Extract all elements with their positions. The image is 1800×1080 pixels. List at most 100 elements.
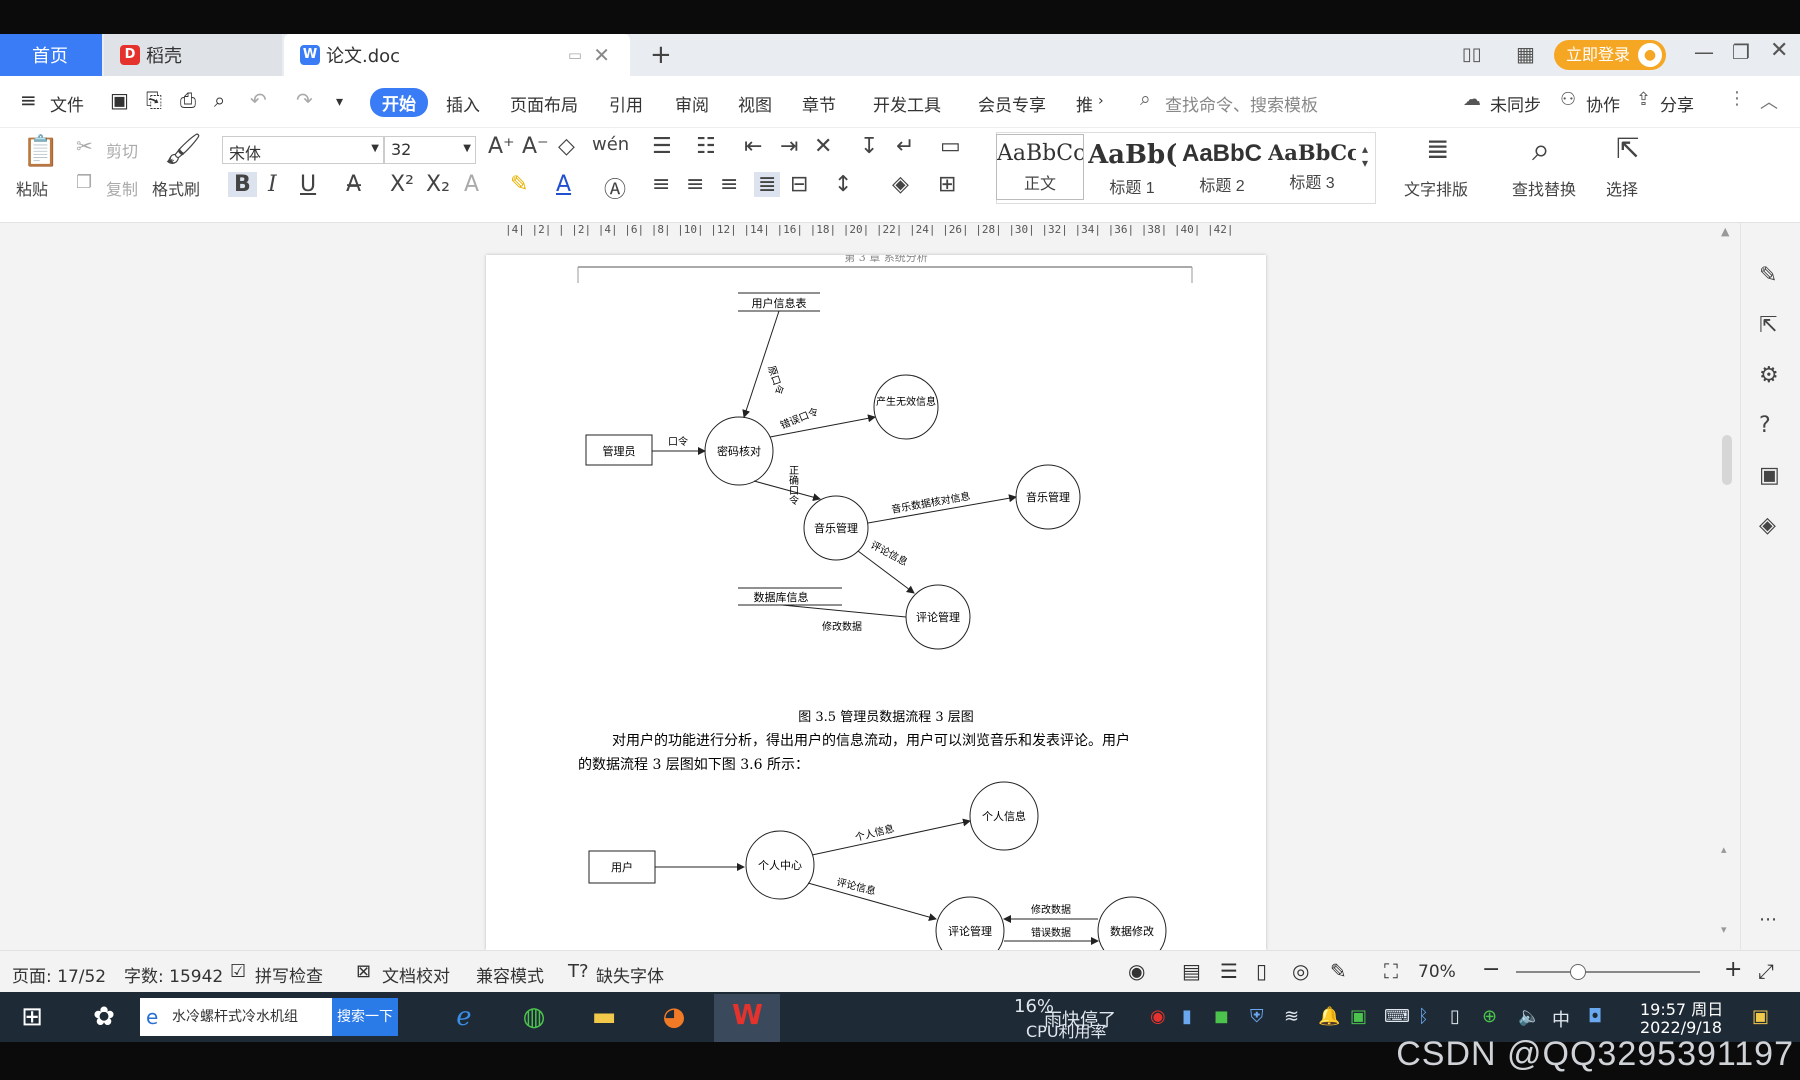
bluetooth-icon[interactable]: ᛒ xyxy=(1418,1006,1429,1027)
app-swirl-icon[interactable]: ✿ xyxy=(80,997,128,1037)
collapse-ribbon-icon[interactable]: ︿ xyxy=(1760,88,1778,114)
find-replace-icon[interactable]: ⌕ xyxy=(1532,130,1550,169)
save-icon[interactable]: ▣ xyxy=(110,88,129,112)
spell-check-button[interactable]: 拼写检查 xyxy=(255,962,323,987)
select-button[interactable]: 选择 xyxy=(1606,176,1638,200)
shading-icon[interactable]: ◈ xyxy=(892,172,909,197)
font-size-select[interactable]: 32 ▼ xyxy=(384,136,476,164)
nvidia-icon[interactable]: ▣ xyxy=(1350,1006,1367,1027)
notification-bell-icon[interactable]: 🔔 xyxy=(1318,1006,1340,1027)
text-layout-button[interactable]: 文字排版 xyxy=(1404,176,1468,200)
decrease-indent-icon[interactable]: ⇤ xyxy=(744,134,762,159)
cut-button[interactable]: 剪切 xyxy=(106,138,138,162)
sort-icon[interactable]: ↧ xyxy=(860,134,878,159)
settings-slider-icon[interactable]: ⚙ xyxy=(1759,363,1779,388)
minimize-icon[interactable]: — xyxy=(1694,40,1714,64)
shrink-font-icon[interactable]: A⁻ xyxy=(522,134,549,159)
restore-icon[interactable]: ❐ xyxy=(1732,40,1750,64)
menu-more-icon[interactable]: › xyxy=(1098,93,1104,109)
tab-home[interactable]: 首页 xyxy=(0,34,102,76)
app-orange-icon[interactable]: ◕ xyxy=(650,997,698,1037)
strikethrough-icon[interactable]: A̶ xyxy=(346,172,361,197)
outline-view-icon[interactable]: ☰ xyxy=(1220,959,1238,983)
format-painter-icon[interactable]: 🖌 xyxy=(164,132,202,167)
paste-button[interactable]: 粘贴 xyxy=(16,176,48,200)
font-name-select[interactable]: 宋体 ▼ xyxy=(222,136,384,164)
menu-member[interactable]: 会员专享 xyxy=(978,91,1046,116)
increase-indent-icon[interactable]: ⇥ xyxy=(780,134,798,159)
paste-icon[interactable]: 📋 xyxy=(22,134,59,169)
usb-icon[interactable]: ▯ xyxy=(1450,1006,1460,1027)
phonetic-guide-icon[interactable]: wén xyxy=(592,134,629,155)
menu-review[interactable]: 审阅 xyxy=(675,91,709,116)
style-normal[interactable]: AaBbCcI 正文 xyxy=(996,134,1084,200)
close-tab-icon[interactable]: ✕ xyxy=(593,43,610,67)
redo-icon[interactable]: ↷ xyxy=(296,88,313,112)
word-count[interactable]: 字数: 15942 xyxy=(124,962,223,987)
clock-time[interactable]: 19:57 周日 xyxy=(1640,996,1723,1020)
show-marks-icon[interactable]: ↵ xyxy=(896,134,914,159)
web-view-icon[interactable]: ◎ xyxy=(1292,959,1309,983)
doc-proof-button[interactable]: 文档校对 xyxy=(382,962,450,987)
windows-start-icon[interactable]: ⊞ xyxy=(8,997,56,1037)
char-border-icon[interactable]: Ⓐ xyxy=(604,172,626,204)
borders-icon[interactable]: ⊞ xyxy=(938,172,956,197)
menu-references[interactable]: 引用 xyxy=(609,91,643,116)
zoom-slider-thumb[interactable] xyxy=(1570,964,1586,980)
write-mode-icon[interactable]: ✎ xyxy=(1330,959,1347,983)
vertical-scrollbar[interactable]: ▲ ▴ ▾ xyxy=(1718,223,1736,950)
tab-document[interactable]: W 论文.doc ▭ ✕ xyxy=(284,34,630,76)
zoom-slider-track[interactable] xyxy=(1516,971,1700,973)
help-icon[interactable]: ? xyxy=(1759,413,1771,438)
menu-chapter[interactable]: 章节 xyxy=(802,91,836,116)
table-tools-icon[interactable]: ▭ xyxy=(940,134,961,159)
print-icon[interactable]: ⎙ xyxy=(180,88,196,112)
fullscreen-icon[interactable]: ⤢ xyxy=(1758,959,1774,983)
bullet-list-icon[interactable]: ☰ xyxy=(652,134,672,159)
menu-insert[interactable]: 插入 xyxy=(446,91,480,116)
style-scroll-icon[interactable]: ▴ ▾ xyxy=(1362,142,1368,170)
style-heading-3[interactable]: AaBbCcl 标题 3 xyxy=(1268,134,1356,200)
more-panels-icon[interactable]: ⋯ xyxy=(1759,909,1777,930)
file-explorer-icon[interactable]: ▬ xyxy=(580,997,628,1037)
horizontal-ruler[interactable]: |4| |2| | |2| |4| |6| |8| |10| |12| |14|… xyxy=(505,223,1245,245)
scroll-page-down-icon[interactable]: ▾ xyxy=(1721,923,1727,936)
undo-icon[interactable]: ↶ xyxy=(250,88,267,112)
eye-protection-icon[interactable]: ◉ xyxy=(1128,959,1145,983)
sync-status[interactable]: 未同步 xyxy=(1490,91,1541,116)
font-color-icon[interactable]: A xyxy=(556,172,571,197)
collab-button[interactable]: 协作 xyxy=(1586,91,1620,116)
fit-page-icon[interactable]: ⛶ xyxy=(1384,959,1398,983)
quick-access-dropdown-icon[interactable]: ▾ xyxy=(336,94,343,110)
print-preview-icon[interactable]: ⌕ xyxy=(214,88,225,112)
login-button[interactable]: 立即登录 ● xyxy=(1554,40,1666,70)
more-options-icon[interactable]: ⋮ xyxy=(1728,88,1746,109)
find-replace-button[interactable]: 查找替换 xyxy=(1512,176,1576,200)
grow-font-icon[interactable]: A⁺ xyxy=(488,134,515,159)
align-left-icon[interactable]: ≡ xyxy=(652,172,670,197)
clear-format-icon[interactable]: ◇ xyxy=(558,134,575,159)
ime-indicator[interactable]: 中 xyxy=(1552,1006,1570,1032)
missing-font-button[interactable]: 缺失字体 xyxy=(596,962,664,987)
page-indicator[interactable]: 页面: 17/52 xyxy=(12,962,106,987)
highlight-icon[interactable]: ✎ xyxy=(510,172,528,197)
page-view-icon[interactable]: ▤ xyxy=(1182,959,1201,983)
select-cursor-icon[interactable]: ⇱ xyxy=(1616,132,1639,165)
wps-taskbar-item[interactable]: W xyxy=(714,994,780,1042)
share-button[interactable]: 分享 xyxy=(1660,91,1694,116)
format-painter-button[interactable]: 格式刷 xyxy=(152,176,200,200)
distribute-icon[interactable]: ⊟ xyxy=(790,172,808,197)
reading-mode-icon[interactable]: ▯▯ xyxy=(1462,44,1482,65)
style-heading-1[interactable]: AaBb( 标题 1 xyxy=(1088,134,1176,200)
shield-icon[interactable]: ⛨ xyxy=(1250,1006,1264,1027)
taskbar-search-input[interactable]: e 水冷螺杆式冷水机组 xyxy=(140,998,332,1036)
tray-green-icon[interactable]: ◼ xyxy=(1214,1006,1229,1027)
zoom-level[interactable]: 70% xyxy=(1418,962,1456,982)
ie-browser-icon[interactable]: ℯ xyxy=(440,997,488,1037)
tab-daoke[interactable]: D 稻壳 xyxy=(104,34,282,76)
superscript-icon[interactable]: X² xyxy=(390,172,414,197)
align-right-icon[interactable]: ≡ xyxy=(720,172,738,197)
close-window-icon[interactable]: ✕ xyxy=(1770,38,1788,63)
menu-view[interactable]: 视图 xyxy=(738,91,772,116)
keyboard-icon[interactable]: ⌨ xyxy=(1384,1006,1410,1027)
